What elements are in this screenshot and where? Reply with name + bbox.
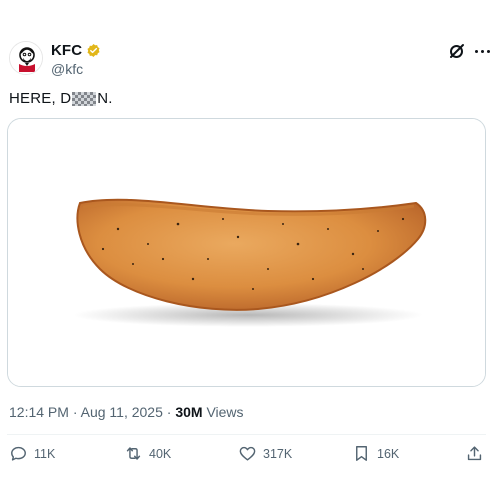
reply-count: 11K (34, 446, 56, 461)
bookmark-count: 16K (377, 446, 400, 461)
reply-icon (11, 446, 26, 461)
like-count: 317K (263, 446, 293, 461)
views-count: 30M (175, 404, 203, 420)
display-name[interactable]: KFC (51, 42, 82, 59)
tweet-time[interactable]: 12:14 PM (9, 404, 69, 420)
bookmark-button[interactable]: 16K (352, 444, 399, 463)
author-name-row: KFC (51, 42, 101, 59)
tweet-media[interactable] (7, 118, 486, 387)
action-bar: 11K 40K 317K 16K (0, 444, 500, 468)
kfc-logo-icon (10, 42, 42, 74)
repost-count: 40K (149, 446, 172, 461)
views-label: Views (206, 404, 244, 420)
share-button[interactable] (465, 444, 484, 463)
share-icon (467, 446, 482, 461)
potato-wedge-image (8, 119, 485, 386)
tweet-meta: 12:14 PM · Aug 11, 2025 · 30M Views (9, 404, 244, 420)
reply-button[interactable]: 11K (9, 444, 55, 463)
top-bar (0, 0, 500, 22)
repost-button[interactable]: 40K (124, 444, 171, 463)
avatar[interactable] (9, 41, 43, 75)
author-handle[interactable]: @kfc (51, 61, 83, 77)
more-icon[interactable] (472, 41, 492, 61)
tweet-date[interactable]: Aug 11, 2025 (81, 404, 163, 420)
repost-icon (126, 447, 141, 460)
bookmark-icon (356, 446, 367, 461)
censor-pixelation (72, 91, 97, 106)
like-icon (239, 446, 256, 461)
tweet-text-start: HERE, D (9, 90, 72, 107)
verified-badge-icon[interactable] (86, 43, 101, 58)
like-button[interactable]: 317K (238, 444, 292, 463)
meta-separator: · (72, 404, 81, 420)
tweet-text: HERE, D N. (9, 90, 113, 107)
tweet-text-end: N. (97, 90, 113, 107)
divider (7, 434, 486, 435)
grok-icon[interactable] (447, 41, 467, 61)
